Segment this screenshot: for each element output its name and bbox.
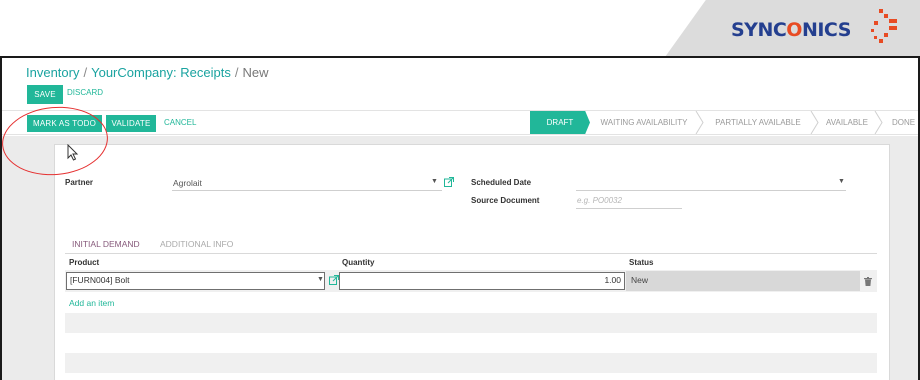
breadcrumb-separator: / — [234, 65, 239, 80]
cursor-icon — [67, 144, 79, 161]
scheduled-date-caret-icon[interactable]: ▼ — [838, 178, 845, 185]
stage-partially-available[interactable]: PARTIALLY AVAILABLE — [704, 111, 812, 134]
breadcrumb: Inventory / YourCompany: Receipts / New — [26, 65, 268, 80]
tabs-underline — [65, 253, 877, 254]
scheduled-date-label: Scheduled Date — [471, 178, 532, 187]
source-document-label: Source Document — [471, 196, 540, 205]
stage-done[interactable]: DONE — [884, 111, 918, 134]
product-external-link-icon[interactable] — [329, 275, 339, 285]
trash-icon[interactable] — [864, 277, 872, 286]
column-quantity[interactable]: Quantity — [342, 258, 374, 267]
stage-available[interactable]: AVAILABLE — [819, 111, 875, 134]
breadcrumb-current: New — [242, 65, 269, 80]
discard-button[interactable]: DISCARD — [67, 88, 103, 97]
validate-button[interactable]: VALIDATE — [106, 115, 156, 132]
stage-separator-icon — [874, 111, 883, 134]
breadcrumb-separator: / — [83, 65, 88, 80]
tab-additional-info[interactable]: ADDITIONAL INFO — [160, 239, 233, 249]
stage-waiting-availability[interactable]: WAITING AVAILABILITY — [590, 111, 698, 134]
column-status[interactable]: Status — [629, 258, 653, 267]
partner-value[interactable]: Agrolait — [173, 178, 202, 188]
scheduled-date-underline — [576, 190, 846, 191]
cancel-button[interactable]: CANCEL — [164, 118, 196, 127]
product-input[interactable]: [FURN004] Bolt — [66, 272, 325, 290]
odoo-app-window: Inventory / YourCompany: Receipts / New SAVE… — [0, 56, 920, 380]
partner-external-link-icon[interactable] — [444, 177, 454, 187]
source-document-input[interactable]: e.g. PO0032 — [577, 196, 622, 205]
form-sheet: Partner Agrolait ▼ Scheduled Date ▼ Sour… — [54, 144, 890, 380]
product-dropdown-caret-icon[interactable]: ▼ — [317, 276, 324, 283]
stage-draft[interactable]: DRAFT — [530, 111, 590, 134]
logo-o: O — [786, 19, 802, 41]
quantity-input[interactable]: 1.00 — [339, 272, 625, 290]
form-sheet-area: Partner Agrolait ▼ Scheduled Date ▼ Sour… — [2, 136, 918, 380]
partner-dropdown-caret-icon[interactable]: ▼ — [431, 178, 438, 185]
partner-label: Partner — [65, 178, 94, 187]
partner-field-underline — [172, 190, 442, 191]
status-cell: New — [626, 271, 860, 291]
table-row — [65, 353, 877, 373]
breadcrumb-inventory[interactable]: Inventory — [26, 65, 79, 80]
breadcrumb-receipts[interactable]: YourCompany: Receipts — [91, 65, 231, 80]
logo-mark-icon — [871, 9, 897, 43]
source-document-underline — [576, 208, 682, 209]
column-product[interactable]: Product — [69, 258, 99, 267]
add-an-item-link[interactable]: Add an item — [69, 298, 114, 308]
tab-initial-demand[interactable]: INITIAL DEMAND — [72, 239, 140, 249]
save-button[interactable]: SAVE — [27, 85, 63, 104]
table-row — [65, 313, 877, 333]
status-bar: MARK AS TODO VALIDATE CANCEL DRAFT WAITI… — [2, 110, 918, 135]
synconics-logo: SYNCONICS — [731, 19, 851, 41]
